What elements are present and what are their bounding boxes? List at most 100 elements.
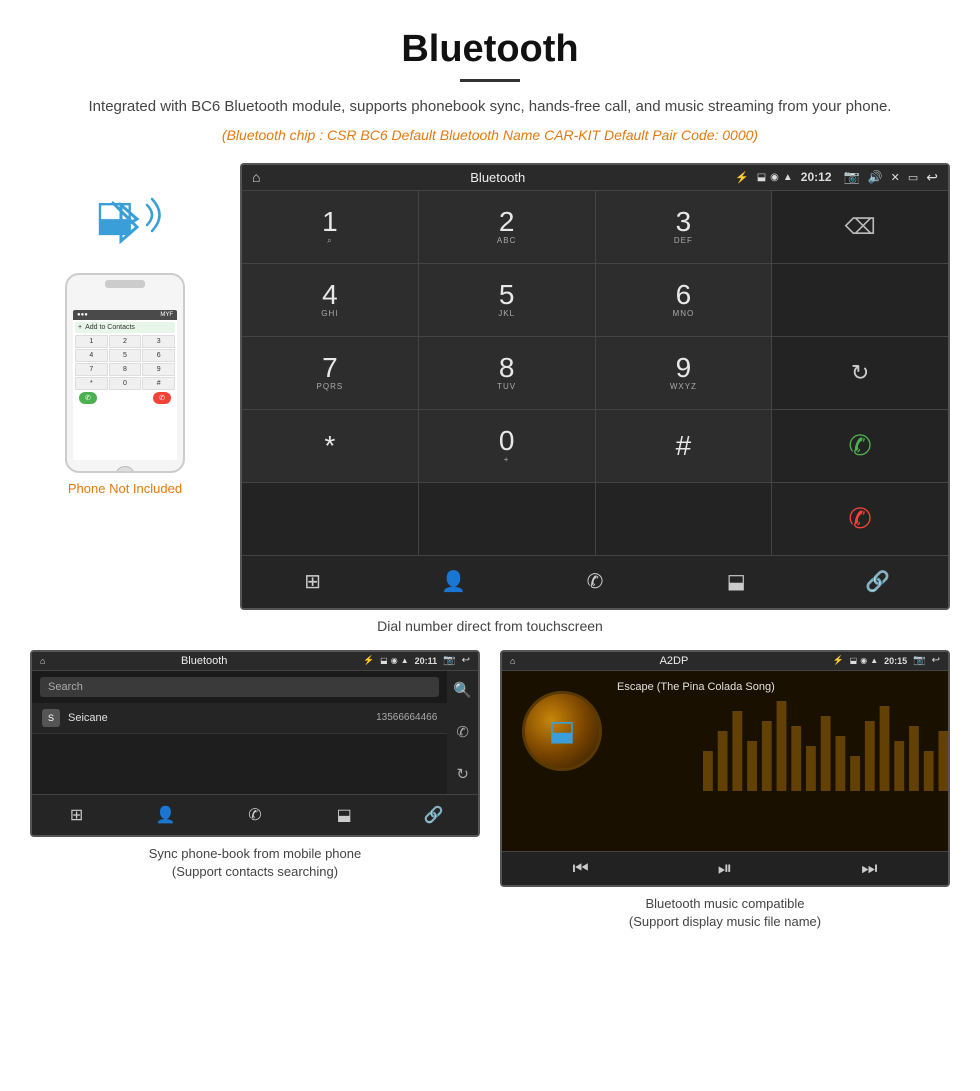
pb-camera-icon[interactable]: 📷 (443, 655, 455, 666)
phone-key-5[interactable]: 5 (109, 349, 142, 362)
pb-wifi-icon: ▲ (401, 656, 409, 665)
location-icon: ◉ (770, 172, 779, 183)
dialpad-bottom-2 (419, 483, 595, 555)
pb-time: 20:11 (415, 656, 438, 666)
dialpad-empty-1: ⌫ (772, 191, 948, 263)
pb-home-icon[interactable]: ⌂ (40, 656, 45, 666)
phone-screen-header: ●●●MYF (73, 310, 177, 320)
dialpad-key-9[interactable]: 9 WXYZ (596, 337, 772, 409)
page-header: Bluetooth Integrated with BC6 Bluetooth … (0, 0, 980, 153)
page-title: Bluetooth (40, 28, 940, 71)
pb-search-bar[interactable]: Search (40, 677, 439, 697)
dialpad-key-4[interactable]: 4 GHI (242, 264, 418, 336)
pb-list-area: Search S Seicane 13566664466 (32, 671, 447, 794)
dialpad-empty-2 (772, 264, 948, 336)
back-icon[interactable]: ↩ (926, 169, 938, 186)
close-icon[interactable]: ✕ (891, 171, 900, 184)
nav-settings[interactable]: 🔗 (807, 556, 948, 608)
dialpad-key-5[interactable]: 5 JKL (419, 264, 595, 336)
pb-body: Search S Seicane 13566664466 🔍 ✆ ↻ (32, 671, 478, 794)
phone-bottom-row: ✆ ✆ (75, 392, 175, 404)
dialpad-key-3[interactable]: 3 DEF (596, 191, 772, 263)
pb-sync-icon[interactable]: ↻ (456, 765, 469, 783)
dialpad-reload[interactable]: ↻ (772, 337, 948, 409)
phone-keypad: 1 2 3 4 5 6 7 8 9 * 0 # (75, 335, 175, 390)
music-usb-icon: ⚡ (832, 655, 843, 666)
dialpad-key-0[interactable]: 0 + (419, 410, 595, 482)
pb-screen-title: Bluetooth (51, 655, 357, 667)
phone-key-4[interactable]: 4 (75, 349, 108, 362)
pb-nav-contacts[interactable]: 👤 (121, 795, 210, 835)
dialpad-key-7[interactable]: 7 PQRS (242, 337, 418, 409)
music-wifi-icon: ▲ (870, 656, 878, 665)
next-track-icon[interactable]: ⏭ (861, 858, 877, 879)
pb-contact-number: 13566664466 (376, 712, 437, 723)
nav-contacts[interactable]: 👤 (383, 556, 524, 608)
pb-nav-settings[interactable]: 🔗 (389, 795, 478, 835)
dialpad-key-hash[interactable]: # (596, 410, 772, 482)
phone-key-1[interactable]: 1 (75, 335, 108, 348)
dialpad-call-green[interactable]: ✆ (772, 410, 948, 482)
dialpad-key-1[interactable]: 1 ⌕ (242, 191, 418, 263)
car-unit-section: ⌂ Bluetooth ⚡ ⬓ ◉ ▲ 20:12 📷 🔊 ✕ ▭ ↩ (240, 163, 950, 610)
window-icon[interactable]: ▭ (908, 171, 918, 184)
phone-screen: ●●●MYF +Add to Contacts 1 2 3 4 5 6 (73, 310, 177, 460)
album-bt-icon: ⬓ (549, 714, 575, 747)
dial-caption: Dial number direct from touchscreen (0, 618, 980, 634)
page-subtitle: Integrated with BC6 Bluetooth module, su… (40, 96, 940, 119)
music-controls: ⏮ ⏯ ⏭ (502, 851, 948, 885)
pb-back-icon[interactable]: ↩ (462, 655, 470, 666)
play-pause-icon[interactable]: ⏯ (718, 858, 732, 879)
phone-call-red[interactable]: ✆ (153, 392, 171, 404)
music-camera-icon[interactable]: 📷 (913, 655, 925, 666)
phone-call-green[interactable]: ✆ (79, 392, 97, 404)
phonebook-caption: Sync phone-book from mobile phone(Suppor… (149, 845, 361, 881)
music-statusbar: ⌂ A2DP ⚡ ⬓ ◉ ▲ 20:15 📷 ↩ (502, 652, 948, 671)
visualizer-svg (703, 671, 948, 791)
dialpad-key-star[interactable]: * (242, 410, 418, 482)
pb-loc-icon: ◉ (391, 656, 398, 665)
phone-key-6[interactable]: 6 (142, 349, 175, 362)
phone-key-star[interactable]: * (75, 377, 108, 390)
dialpad-key-8[interactable]: 8 TUV (419, 337, 595, 409)
usb-icon: ⚡ (735, 171, 749, 184)
music-screen-title: A2DP (521, 655, 826, 667)
pb-nav-calls[interactable]: ✆ (210, 795, 299, 835)
phone-key-9[interactable]: 9 (142, 363, 175, 376)
phone-key-7[interactable]: 7 (75, 363, 108, 376)
phone-key-3[interactable]: 3 (142, 335, 175, 348)
phone-home-button[interactable] (115, 466, 135, 473)
prev-track-icon[interactable]: ⏮ (573, 858, 589, 879)
pb-nav-bt[interactable]: ⬓ (300, 795, 389, 835)
phone-key-2[interactable]: 2 (109, 335, 142, 348)
phonebook-block: ⌂ Bluetooth ⚡ ⬓ ◉ ▲ 20:11 📷 ↩ Search (30, 650, 480, 931)
home-icon[interactable]: ⌂ (252, 169, 260, 185)
nav-bluetooth[interactable]: ⬓ (666, 556, 807, 608)
page-specs: (Bluetooth chip : CSR BC6 Default Blueto… (40, 127, 940, 143)
backspace-icon[interactable]: ⌫ (845, 214, 876, 240)
phone-key-0[interactable]: 0 (109, 377, 142, 390)
pb-nav-dialpad[interactable]: ⊞ (32, 795, 121, 835)
pb-contact-letter: S (42, 709, 60, 727)
pb-call-icon[interactable]: ✆ (456, 723, 469, 741)
music-bt-icon: ⬓ (850, 656, 858, 665)
dialpad-key-2[interactable]: 2 ABC (419, 191, 595, 263)
music-back-icon[interactable]: ↩ (932, 655, 940, 666)
volume-icon[interactable]: 🔊 (868, 170, 883, 184)
dialpad-call-red[interactable]: ✆ (772, 483, 948, 555)
pb-usb-icon: ⚡ (363, 655, 374, 666)
statusbar-time: 20:12 (801, 170, 832, 184)
music-home-icon[interactable]: ⌂ (510, 656, 515, 666)
pb-search-placeholder: Search (48, 681, 83, 693)
wifi-icon: ▲ (783, 172, 793, 183)
pb-contact-row[interactable]: S Seicane 13566664466 (32, 703, 447, 734)
phone-body: ●●●MYF +Add to Contacts 1 2 3 4 5 6 (65, 273, 185, 473)
dialpad-key-6[interactable]: 6 MNO (596, 264, 772, 336)
phone-key-hash[interactable]: # (142, 377, 175, 390)
pb-search-icon[interactable]: 🔍 (453, 681, 472, 699)
nav-dialpad[interactable]: ⊞ (242, 556, 383, 608)
camera-icon[interactable]: 📷 (844, 169, 860, 185)
phone-key-8[interactable]: 8 (109, 363, 142, 376)
music-status-icons: ⬓ ◉ ▲ (850, 656, 878, 665)
nav-calls[interactable]: ✆ (524, 556, 665, 608)
